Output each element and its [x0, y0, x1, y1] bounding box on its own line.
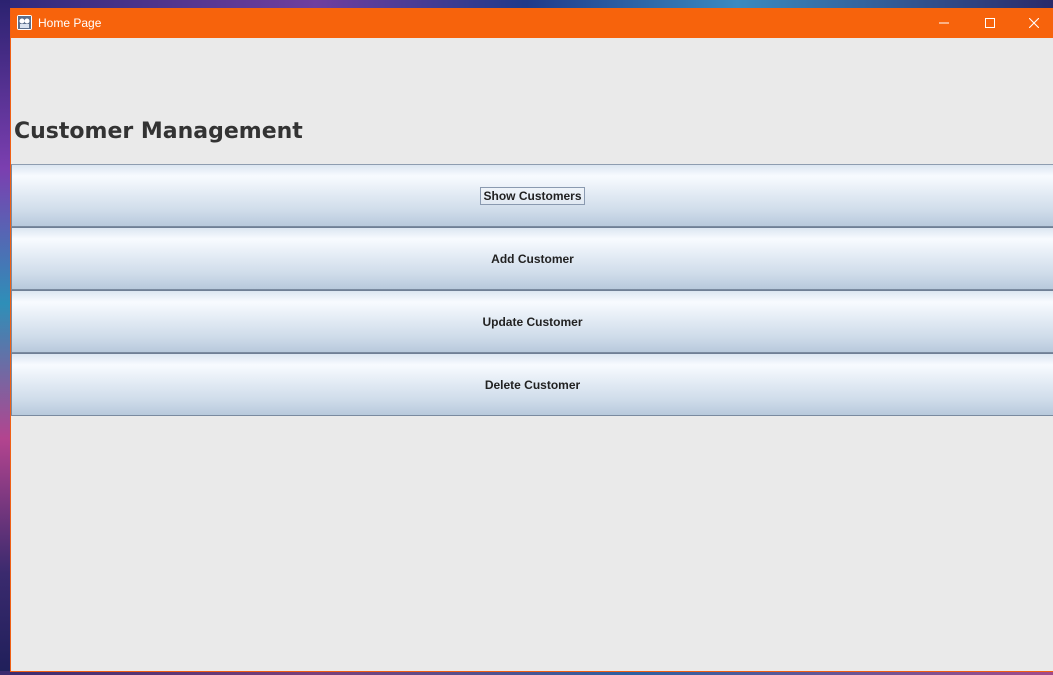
page-title: Customer Management — [14, 119, 303, 144]
delete-customer-button[interactable]: Delete Customer — [11, 353, 1053, 416]
title-bar[interactable]: Home Page — [11, 8, 1053, 38]
update-customer-button[interactable]: Update Customer — [11, 290, 1053, 353]
add-customer-label: Add Customer — [491, 251, 574, 266]
menu-button-list: Show Customers Add Customer Update Custo… — [11, 164, 1053, 416]
close-button[interactable] — [1011, 8, 1053, 38]
show-customers-label: Show Customers — [480, 186, 585, 205]
add-customer-button[interactable]: Add Customer — [11, 227, 1053, 290]
update-customer-label: Update Customer — [482, 314, 583, 329]
maximize-button[interactable] — [967, 8, 1013, 38]
window-title: Home Page — [38, 16, 102, 30]
java-app-icon[interactable] — [17, 15, 32, 30]
minimize-icon — [939, 22, 949, 24]
close-icon — [1029, 18, 1039, 28]
desktop-background-top — [0, 0, 1053, 8]
delete-customer-label: Delete Customer — [484, 377, 581, 392]
desktop-background-left — [0, 0, 10, 675]
app-window: Home Page Customer Management Show Custo… — [10, 8, 1053, 672]
maximize-icon — [985, 18, 995, 28]
show-customers-button[interactable]: Show Customers — [11, 164, 1053, 227]
minimize-button[interactable] — [921, 8, 967, 38]
